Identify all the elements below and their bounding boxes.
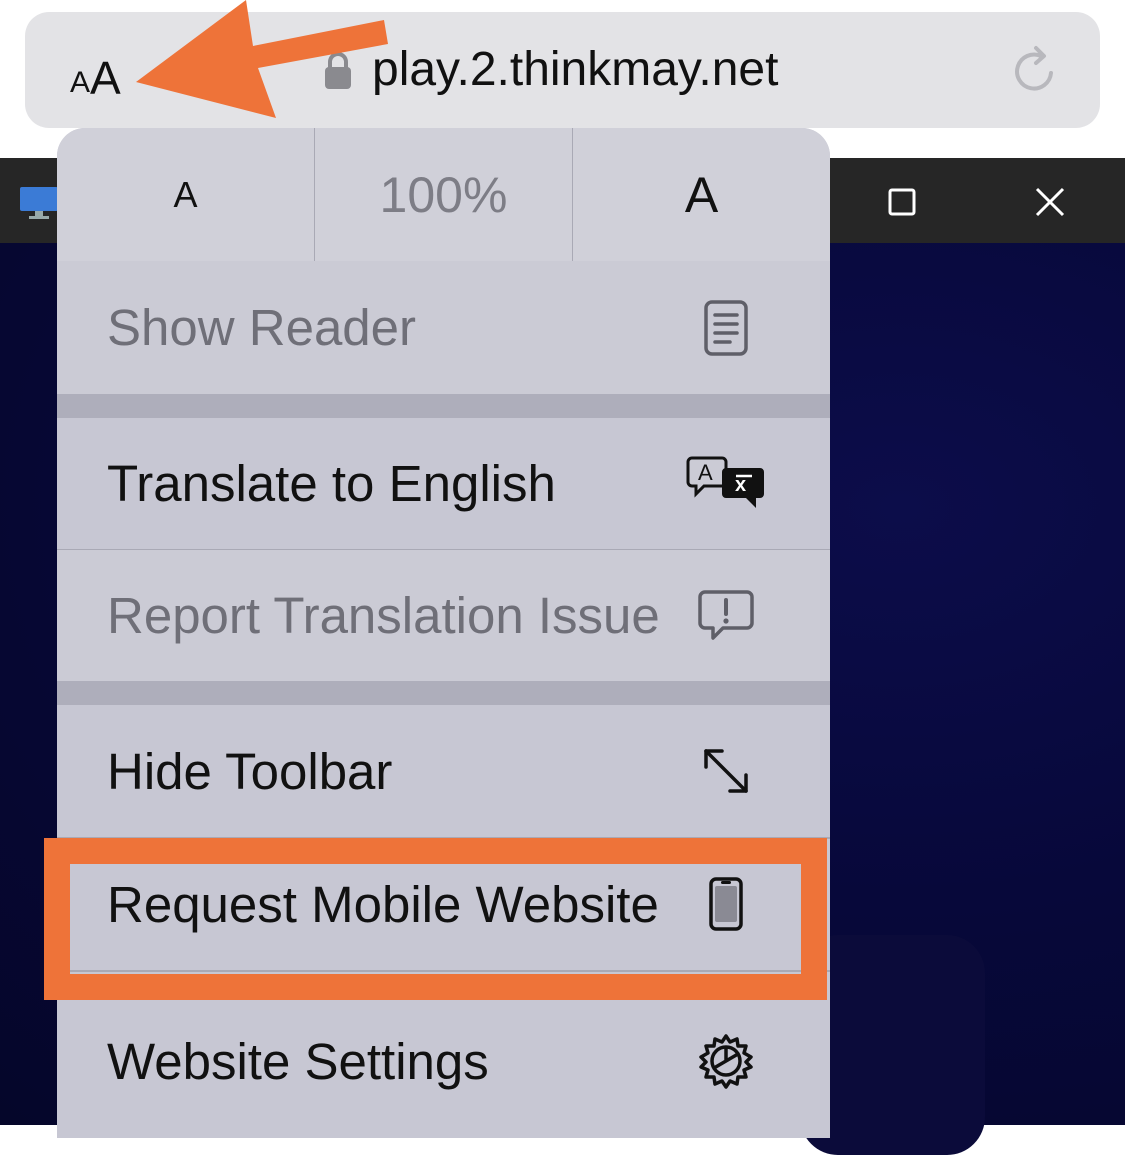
menu-section-separator [57, 681, 830, 705]
report-bubble-icon [686, 581, 766, 651]
menu-section-separator [57, 394, 830, 418]
translate-icon: A x [686, 449, 766, 519]
reload-icon[interactable] [1008, 44, 1062, 98]
svg-text:x: x [735, 474, 746, 496]
annotation-highlight-box [44, 838, 827, 1000]
lock-icon [325, 52, 351, 89]
maximize-window-icon[interactable] [882, 182, 922, 222]
menu-item-hide-toolbar[interactable]: Hide Toolbar [57, 705, 830, 837]
close-window-icon[interactable] [1030, 182, 1070, 222]
menu-item-label: Translate to English [107, 455, 556, 512]
increase-text-size-button[interactable]: A [573, 128, 830, 261]
menu-item-label: Hide Toolbar [107, 742, 393, 800]
menu-item-label: Report Translation Issue [107, 587, 660, 644]
menu-item-translate[interactable]: Translate to English A x [57, 418, 830, 549]
menu-item-label: Website Settings [107, 1032, 489, 1090]
menu-item-report-translation-issue[interactable]: Report Translation Issue [57, 550, 830, 681]
gear-icon [686, 1026, 766, 1096]
svg-text:A: A [698, 460, 713, 485]
decrease-text-size-button[interactable]: A [57, 128, 315, 261]
resize-arrows-icon [686, 736, 766, 806]
text-size-button[interactable]: A A [70, 48, 121, 104]
menu-item-label: Show Reader [107, 299, 417, 356]
zoom-controls: A 100% A [57, 128, 830, 262]
zoom-level[interactable]: 100% [315, 128, 573, 261]
text-size-large-glyph: A [90, 52, 121, 104]
url-text[interactable]: play.2.thinkmay.net [372, 40, 778, 100]
menu-item-website-settings[interactable]: Website Settings [57, 994, 830, 1128]
reader-icon [686, 293, 766, 363]
text-size-small-glyph: A [70, 66, 91, 99]
monitor-icon [20, 187, 58, 219]
menu-item-show-reader[interactable]: Show Reader [57, 261, 830, 394]
